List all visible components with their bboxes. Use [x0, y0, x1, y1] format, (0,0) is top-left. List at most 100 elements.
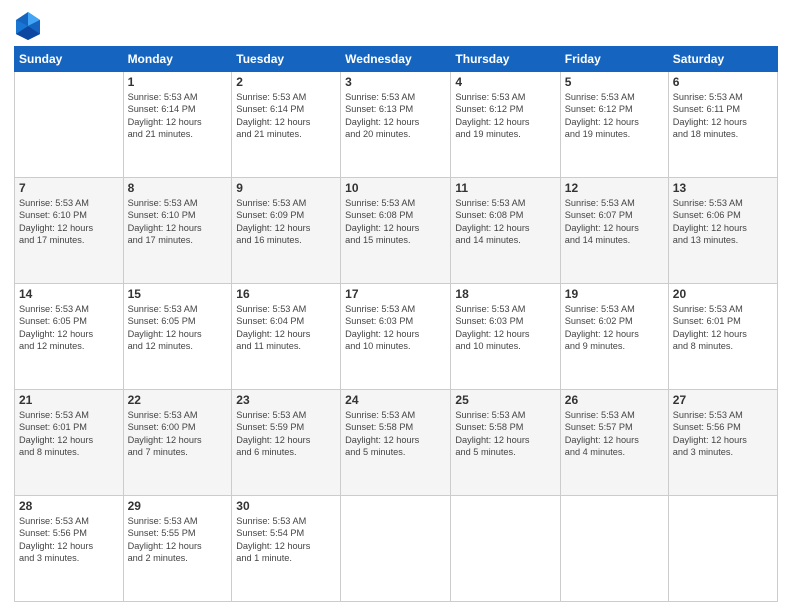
calendar-cell: 1 Sunrise: 5:53 AM Sunset: 6:14 PM Daylig… [123, 72, 232, 178]
calendar-cell: 27 Sunrise: 5:53 AM Sunset: 5:56 PM Dayli… [668, 390, 777, 496]
header-sunday: Sunday [15, 47, 124, 72]
day-number: 6 [673, 75, 773, 89]
day-info: Sunrise: 5:53 AM Sunset: 6:03 PM Dayligh… [345, 303, 446, 353]
calendar-cell: 29 Sunrise: 5:53 AM Sunset: 5:55 PM Dayli… [123, 496, 232, 602]
calendar-cell: 4 Sunrise: 5:53 AM Sunset: 6:12 PM Daylig… [451, 72, 560, 178]
day-number: 3 [345, 75, 446, 89]
day-info: Sunrise: 5:53 AM Sunset: 6:11 PM Dayligh… [673, 91, 773, 141]
day-info: Sunrise: 5:53 AM Sunset: 6:07 PM Dayligh… [565, 197, 664, 247]
page: Sunday Monday Tuesday Wednesday Thursday… [0, 0, 792, 612]
week-row-4: 21Sunrise: 5:53 AM Sunset: 6:01 PM Dayli… [15, 390, 778, 496]
day-number: 24 [345, 393, 446, 407]
header-monday: Monday [123, 47, 232, 72]
calendar-cell: 26Sunrise: 5:53 AM Sunset: 5:57 PM Dayli… [560, 390, 668, 496]
day-info: Sunrise: 5:53 AM Sunset: 5:58 PM Dayligh… [455, 409, 555, 459]
day-info: Sunrise: 5:53 AM Sunset: 6:03 PM Dayligh… [455, 303, 555, 353]
day-info: Sunrise: 5:53 AM Sunset: 5:56 PM Dayligh… [673, 409, 773, 459]
day-number: 17 [345, 287, 446, 301]
calendar-cell [560, 496, 668, 602]
week-row-5: 28 Sunrise: 5:53 AM Sunset: 5:56 PM Dayli… [15, 496, 778, 602]
day-info: Sunrise: 5:53 AM Sunset: 6:08 PM Dayligh… [455, 197, 555, 247]
day-info: Sunrise: 5:53 AM Sunset: 6:02 PM Dayligh… [565, 303, 664, 353]
calendar-cell: 30 Sunrise: 5:53 AM Sunset: 5:54 PM Dayli… [232, 496, 341, 602]
day-info: Sunrise: 5:53 AM Sunset: 6:14 PM Dayligh… [236, 91, 336, 141]
day-info: Sunrise: 5:53 AM Sunset: 5:56 PM Dayligh… [19, 515, 119, 565]
calendar-cell: 15Sunrise: 5:53 AM Sunset: 6:05 PM Dayli… [123, 284, 232, 390]
day-number: 10 [345, 181, 446, 195]
day-info: Sunrise: 5:53 AM Sunset: 6:09 PM Dayligh… [236, 197, 336, 247]
day-number: 26 [565, 393, 664, 407]
logo [14, 10, 42, 38]
day-number: 9 [236, 181, 336, 195]
day-number: 11 [455, 181, 555, 195]
day-number: 22 [128, 393, 228, 407]
header [14, 10, 778, 38]
day-number: 21 [19, 393, 119, 407]
calendar-cell: 22 Sunrise: 5:53 AM Sunset: 6:00 PM Dayli… [123, 390, 232, 496]
day-number: 2 [236, 75, 336, 89]
calendar-cell: 5 Sunrise: 5:53 AM Sunset: 6:12 PM Daylig… [560, 72, 668, 178]
day-number: 30 [236, 499, 336, 513]
week-row-3: 14 Sunrise: 5:53 AM Sunset: 6:05 PM Dayli… [15, 284, 778, 390]
calendar-cell: 17 Sunrise: 5:53 AM Sunset: 6:03 PM Dayli… [341, 284, 451, 390]
calendar-cell [341, 496, 451, 602]
day-number: 18 [455, 287, 555, 301]
day-number: 29 [128, 499, 228, 513]
day-info: Sunrise: 5:53 AM Sunset: 6:12 PM Dayligh… [455, 91, 555, 141]
day-number: 7 [19, 181, 119, 195]
calendar-cell: 25 Sunrise: 5:53 AM Sunset: 5:58 PM Dayli… [451, 390, 560, 496]
day-number: 25 [455, 393, 555, 407]
calendar-cell: 2 Sunrise: 5:53 AM Sunset: 6:14 PM Daylig… [232, 72, 341, 178]
day-number: 4 [455, 75, 555, 89]
day-info: Sunrise: 5:53 AM Sunset: 6:14 PM Dayligh… [128, 91, 228, 141]
day-info: Sunrise: 5:53 AM Sunset: 6:05 PM Dayligh… [128, 303, 228, 353]
day-number: 14 [19, 287, 119, 301]
day-number: 1 [128, 75, 228, 89]
calendar-cell: 8 Sunrise: 5:53 AM Sunset: 6:10 PM Daylig… [123, 178, 232, 284]
week-row-1: 1 Sunrise: 5:53 AM Sunset: 6:14 PM Daylig… [15, 72, 778, 178]
calendar-cell: 3 Sunrise: 5:53 AM Sunset: 6:13 PM Daylig… [341, 72, 451, 178]
day-info: Sunrise: 5:53 AM Sunset: 6:00 PM Dayligh… [128, 409, 228, 459]
day-number: 8 [128, 181, 228, 195]
header-tuesday: Tuesday [232, 47, 341, 72]
calendar-cell: 7 Sunrise: 5:53 AM Sunset: 6:10 PM Daylig… [15, 178, 124, 284]
calendar-cell [451, 496, 560, 602]
day-info: Sunrise: 5:53 AM Sunset: 5:54 PM Dayligh… [236, 515, 336, 565]
calendar-cell: 20Sunrise: 5:53 AM Sunset: 6:01 PM Dayli… [668, 284, 777, 390]
day-info: Sunrise: 5:53 AM Sunset: 6:13 PM Dayligh… [345, 91, 446, 141]
header-thursday: Thursday [451, 47, 560, 72]
calendar-cell: 13 Sunrise: 5:53 AM Sunset: 6:06 PM Dayli… [668, 178, 777, 284]
day-info: Sunrise: 5:53 AM Sunset: 6:10 PM Dayligh… [128, 197, 228, 247]
calendar-cell: 23Sunrise: 5:53 AM Sunset: 5:59 PM Dayli… [232, 390, 341, 496]
day-info: Sunrise: 5:53 AM Sunset: 6:04 PM Dayligh… [236, 303, 336, 353]
day-info: Sunrise: 5:53 AM Sunset: 6:06 PM Dayligh… [673, 197, 773, 247]
day-number: 28 [19, 499, 119, 513]
calendar-cell: 6 Sunrise: 5:53 AM Sunset: 6:11 PM Daylig… [668, 72, 777, 178]
day-info: Sunrise: 5:53 AM Sunset: 6:12 PM Dayligh… [565, 91, 664, 141]
day-number: 19 [565, 287, 664, 301]
calendar-cell: 28 Sunrise: 5:53 AM Sunset: 5:56 PM Dayli… [15, 496, 124, 602]
day-info: Sunrise: 5:53 AM Sunset: 6:05 PM Dayligh… [19, 303, 119, 353]
logo-icon [14, 10, 38, 38]
day-number: 27 [673, 393, 773, 407]
calendar-cell: 10 Sunrise: 5:53 AM Sunset: 6:08 PM Dayli… [341, 178, 451, 284]
day-info: Sunrise: 5:53 AM Sunset: 6:08 PM Dayligh… [345, 197, 446, 247]
day-number: 5 [565, 75, 664, 89]
calendar-cell: 14 Sunrise: 5:53 AM Sunset: 6:05 PM Dayli… [15, 284, 124, 390]
day-number: 20 [673, 287, 773, 301]
calendar-table: Sunday Monday Tuesday Wednesday Thursday… [14, 46, 778, 602]
header-saturday: Saturday [668, 47, 777, 72]
day-number: 13 [673, 181, 773, 195]
day-info: Sunrise: 5:53 AM Sunset: 5:58 PM Dayligh… [345, 409, 446, 459]
day-info: Sunrise: 5:53 AM Sunset: 5:55 PM Dayligh… [128, 515, 228, 565]
calendar-cell: 16Sunrise: 5:53 AM Sunset: 6:04 PM Dayli… [232, 284, 341, 390]
calendar-cell: 19 Sunrise: 5:53 AM Sunset: 6:02 PM Dayli… [560, 284, 668, 390]
calendar-cell [15, 72, 124, 178]
header-friday: Friday [560, 47, 668, 72]
calendar-cell: 24 Sunrise: 5:53 AM Sunset: 5:58 PM Dayli… [341, 390, 451, 496]
weekday-header-row: Sunday Monday Tuesday Wednesday Thursday… [15, 47, 778, 72]
day-info: Sunrise: 5:53 AM Sunset: 5:59 PM Dayligh… [236, 409, 336, 459]
calendar-cell: 9 Sunrise: 5:53 AM Sunset: 6:09 PM Daylig… [232, 178, 341, 284]
day-info: Sunrise: 5:53 AM Sunset: 6:10 PM Dayligh… [19, 197, 119, 247]
header-wednesday: Wednesday [341, 47, 451, 72]
